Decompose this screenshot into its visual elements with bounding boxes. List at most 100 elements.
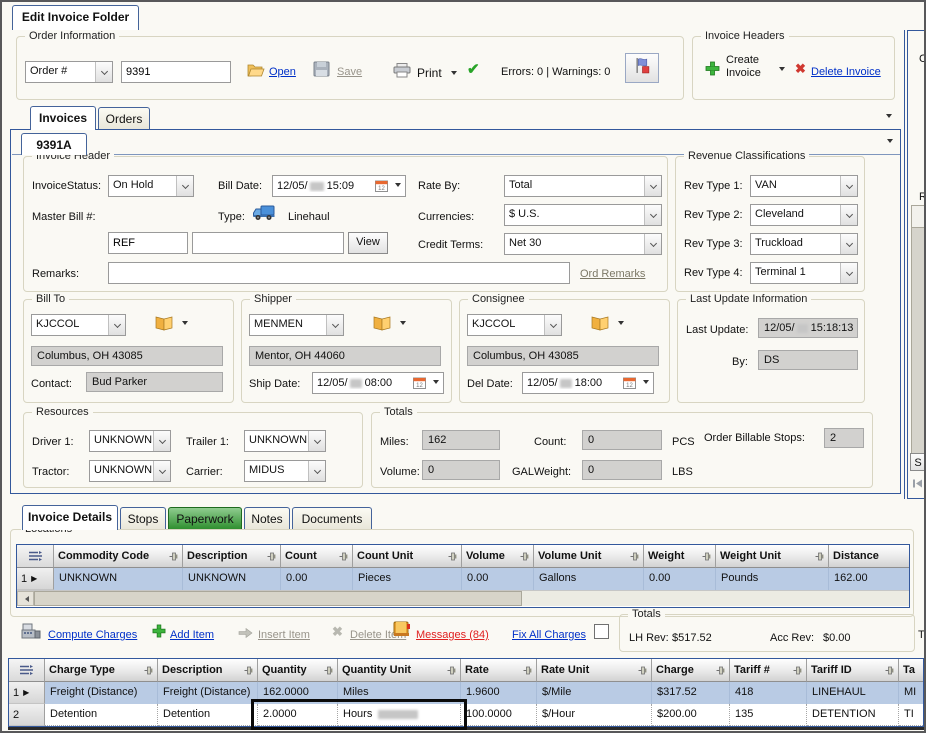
tab-invoice-9391a[interactable]: 9391A — [21, 133, 87, 155]
column-header-distance[interactable]: Distance — [829, 545, 910, 568]
column-header-rate[interactable]: Rate — [461, 659, 537, 682]
table-row[interactable]: 2 Detention Detention 2.0000 Hours 100.0… — [9, 704, 923, 726]
driver-select[interactable]: UNKNOWN — [89, 430, 171, 452]
column-header-rate-unit[interactable]: Rate Unit — [537, 659, 652, 682]
shipper-select[interactable]: MENMEN — [249, 314, 344, 336]
cell-tariff-number[interactable]: 418 — [730, 682, 807, 704]
ship-date-field[interactable]: 12/05/08:00 12 — [312, 372, 444, 394]
nav-first-icon[interactable] — [912, 479, 923, 488]
calendar-icon[interactable]: 12 — [373, 180, 390, 192]
chevron-down-icon[interactable] — [544, 315, 561, 335]
cell-commodity-code[interactable]: UNKNOWN — [54, 568, 183, 590]
column-header-count-unit[interactable]: Count Unit — [353, 545, 462, 568]
cell-weight-unit[interactable]: Pounds — [716, 568, 829, 590]
scrollbar-thumb[interactable] — [34, 591, 522, 606]
cell-quantity-unit[interactable]: Miles — [338, 682, 461, 704]
create-invoice-dropdown-icon[interactable] — [779, 67, 785, 74]
column-header-quantity-unit[interactable]: Quantity Unit — [338, 659, 461, 682]
cell-rate[interactable]: 100.0000 — [461, 704, 537, 726]
add-item-link[interactable]: Add Item — [170, 629, 214, 641]
cell-description[interactable]: UNKNOWN — [183, 568, 281, 590]
consignee-select[interactable]: KJCCOL — [467, 314, 562, 336]
cell-quantity-unit[interactable]: Hours — [338, 704, 461, 726]
cell-tariff-id[interactable]: DETENTION — [807, 704, 899, 726]
grid-customize-button[interactable] — [17, 545, 54, 568]
cell-weight[interactable]: 0.00 — [644, 568, 716, 590]
column-header-commodity-code[interactable]: Commodity Code — [54, 545, 183, 568]
tab-invoice-details[interactable]: Invoice Details — [22, 505, 118, 530]
column-header-description[interactable]: Description — [183, 545, 281, 568]
credit-terms-select[interactable]: Net 30 — [504, 233, 662, 255]
cell-quantity[interactable]: 162.0000 — [258, 682, 338, 704]
cell-clipped[interactable]: MI — [899, 682, 924, 704]
bill-to-select[interactable]: KJCCOL — [31, 314, 126, 336]
rev-type-2-select[interactable]: Cleveland — [750, 204, 858, 226]
grid-customize-button[interactable] — [9, 659, 45, 682]
cell-tariff-id[interactable]: LINEHAUL — [807, 682, 899, 704]
column-header-charge[interactable]: Charge — [652, 659, 730, 682]
chevron-down-icon[interactable] — [840, 176, 857, 196]
row-selector[interactable]: 2 — [9, 704, 45, 726]
clipped-s-button[interactable]: S — [910, 453, 926, 471]
column-header-count[interactable]: Count — [281, 545, 353, 568]
vertical-scrollbar[interactable] — [911, 205, 925, 455]
table-row[interactable]: 1▶ UNKNOWN UNKNOWN 0.00 Pieces 0.00 Gall… — [17, 568, 909, 590]
rate-by-select[interactable]: Total — [504, 175, 662, 197]
address-book-dropdown-icon[interactable] — [182, 321, 188, 328]
tab-paperwork[interactable]: Paperwork — [168, 507, 242, 529]
tab-edit-invoice-folder[interactable]: Edit Invoice Folder — [12, 5, 139, 30]
del-date-field[interactable]: 12/05/18:00 12 — [522, 372, 654, 394]
cell-charge[interactable]: $317.52 — [652, 682, 730, 704]
tab-invoices[interactable]: Invoices — [30, 106, 96, 130]
cell-tariff-number[interactable]: 135 — [730, 704, 807, 726]
cell-charge[interactable]: $200.00 — [652, 704, 730, 726]
tab-overflow-dropdown-icon[interactable] — [886, 114, 892, 121]
cell-rate[interactable]: 1.9600 — [461, 682, 537, 704]
pane-splitter[interactable] — [904, 30, 905, 499]
row-selector[interactable]: 1▶ — [9, 682, 45, 704]
rev-type-1-select[interactable]: VAN — [750, 175, 858, 197]
compute-charges-link[interactable]: Compute Charges — [48, 629, 137, 641]
date-dropdown-icon[interactable] — [428, 373, 443, 393]
chevron-down-icon[interactable] — [840, 263, 857, 283]
cell-rate-unit[interactable]: $/Mile — [537, 682, 652, 704]
cell-quantity[interactable]: 2.0000 — [258, 704, 338, 726]
column-header-weight[interactable]: Weight — [644, 545, 716, 568]
cell-count-unit[interactable]: Pieces — [353, 568, 462, 590]
rev-type-3-select[interactable]: Truckload — [750, 233, 858, 255]
chevron-down-icon[interactable] — [153, 461, 170, 481]
cell-clipped[interactable]: TI — [899, 704, 924, 726]
horizontal-scrollbar[interactable] — [17, 590, 909, 606]
row-selector[interactable]: 1▶ — [17, 568, 54, 590]
print-dropdown-icon[interactable] — [451, 71, 457, 78]
create-invoice-button[interactable]: Create Invoice — [726, 54, 774, 80]
order-number-input[interactable] — [121, 61, 231, 83]
trailer-select[interactable]: UNKNOWN — [244, 430, 326, 452]
column-header-volume-unit[interactable]: Volume Unit — [534, 545, 644, 568]
scrollbar-thumb[interactable] — [912, 206, 924, 228]
column-header-tariff-id[interactable]: Tariff ID — [807, 659, 899, 682]
rev-type-4-select[interactable]: Terminal 1 — [750, 262, 858, 284]
address-book-icon[interactable] — [372, 315, 392, 331]
insert-item-link[interactable]: Insert Item — [258, 629, 310, 641]
cell-charge-type[interactable]: Detention — [45, 704, 158, 726]
delete-invoice-link[interactable]: Delete Invoice — [811, 66, 881, 78]
tab-documents[interactable]: Documents — [292, 507, 372, 529]
column-header-volume[interactable]: Volume — [462, 545, 534, 568]
column-header-tariff-number[interactable]: Tariff # — [730, 659, 807, 682]
currencies-select[interactable]: $ U.S. — [504, 204, 662, 226]
ord-remarks-link[interactable]: Ord Remarks — [580, 268, 645, 280]
reference-value-input[interactable] — [192, 232, 344, 254]
chevron-down-icon[interactable] — [176, 176, 193, 196]
tab-stops[interactable]: Stops — [120, 507, 166, 529]
cell-distance[interactable]: 162.00 — [829, 568, 910, 590]
save-button[interactable]: Save — [337, 66, 362, 78]
reference-type-input[interactable] — [108, 232, 188, 254]
date-dropdown-icon[interactable] — [390, 176, 405, 196]
view-button[interactable]: View — [348, 232, 388, 254]
rating-flag-button[interactable] — [625, 53, 659, 83]
column-header-description[interactable]: Description — [158, 659, 258, 682]
address-book-dropdown-icon[interactable] — [400, 321, 406, 328]
chevron-down-icon[interactable] — [840, 205, 857, 225]
calendar-icon[interactable]: 12 — [621, 377, 638, 389]
